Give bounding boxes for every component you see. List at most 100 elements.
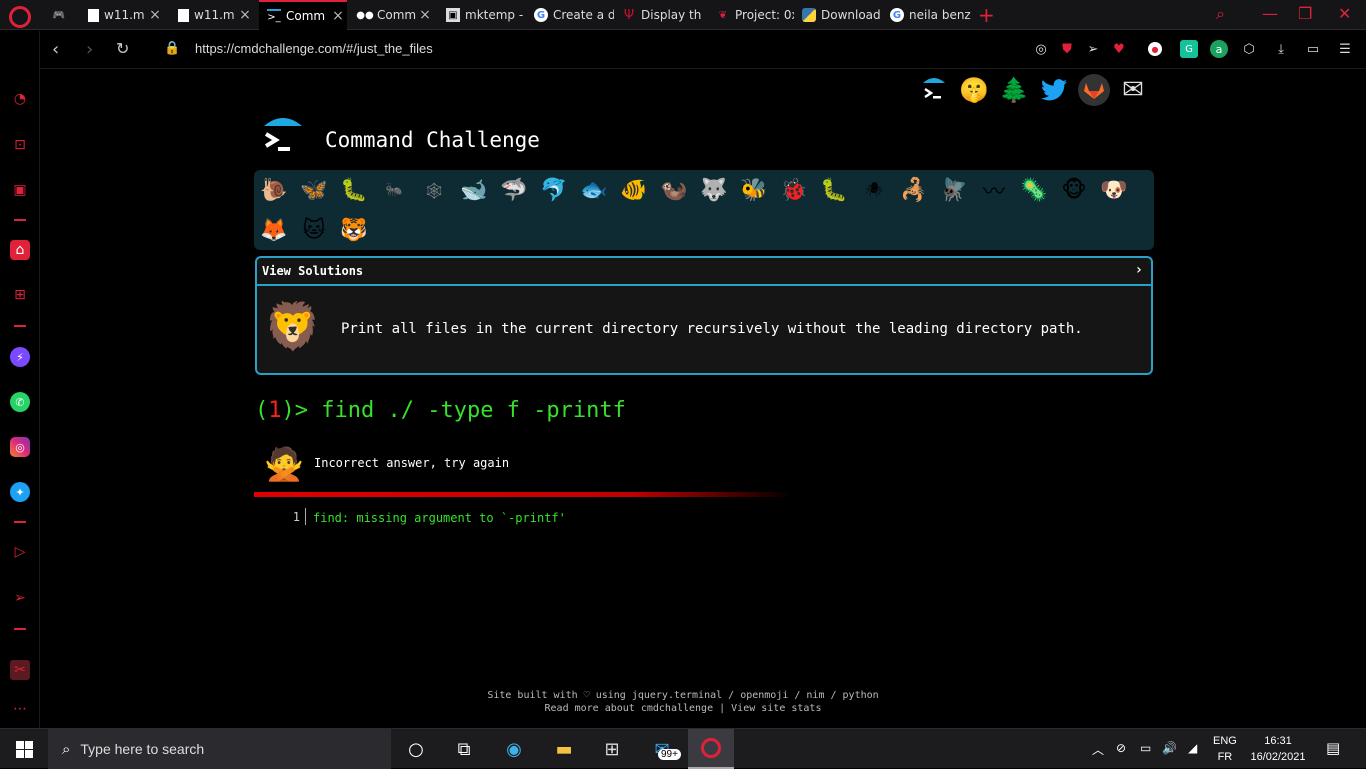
tab-1[interactable]: w11.m × [80,0,164,30]
close-icon[interactable]: × [146,7,164,23]
player-icon[interactable]: ▷ [10,542,30,562]
ant-icon[interactable]: 🐜 [378,174,410,206]
url-field[interactable]: https://cmdchallenge.com/#/just_the_file… [195,41,433,56]
network-error-icon[interactable]: ⊘ [1116,741,1126,755]
monkey-icon[interactable]: 🐵 [1058,174,1090,206]
messenger-icon[interactable]: ⚡ [10,347,30,367]
camera-icon[interactable]: ◎ [1032,40,1050,58]
opera-logo-icon[interactable] [9,6,31,28]
view-solutions-header[interactable]: View Solutions › [257,258,1151,286]
scorpion-icon[interactable]: 🦂 [898,174,930,206]
whale-icon[interactable]: 🐋 [458,174,490,206]
gamepad-icon[interactable]: ⊞ [10,285,30,305]
tab-4[interactable]: ●● Comm × [350,0,434,30]
shushing-face-icon[interactable]: 🤫 [958,74,990,106]
volume-icon[interactable]: 🔊 [1162,741,1177,755]
tab-6[interactable]: G Create a d [526,0,614,30]
lock-icon[interactable]: 🔒 [164,41,180,56]
maximize-button[interactable]: ❐ [1298,4,1312,23]
battery-icon[interactable]: ▭ [1304,40,1322,58]
tab-10[interactable]: G neila benz [882,0,972,30]
menu-icon[interactable]: ☰ [1336,40,1354,58]
tab-9[interactable]: Download [794,0,882,30]
tray-chevron-icon[interactable]: ︿ [1092,741,1104,758]
close-icon[interactable]: × [236,7,254,23]
tab-0[interactable]: 🎮 [44,0,76,30]
fish-icon[interactable]: 🐟 [578,174,610,206]
twitch-icon[interactable]: ▣ [10,180,30,200]
earthworm-icon[interactable]: 〰 [978,174,1010,206]
file-explorer-icon[interactable]: ▬ [550,735,578,763]
edge-icon[interactable]: ◉ [500,735,528,763]
instagram-icon[interactable]: ◎ [10,437,30,457]
close-icon[interactable]: × [329,8,347,24]
opera-taskbar-button[interactable] [688,729,734,769]
heart-icon[interactable]: ♥ [1110,40,1128,58]
bee-icon[interactable]: 🐝 [738,174,770,206]
search-tabs-icon[interactable]: ⌕ [1216,4,1225,24]
terminal-logo-icon[interactable] [918,74,950,106]
butterfly-icon[interactable]: 🦋 [298,174,330,206]
wolf-icon[interactable]: 🐺 [698,174,730,206]
email-icon[interactable]: ✉ [1117,74,1149,106]
new-tab-button[interactable]: + [978,3,995,27]
fly-icon[interactable]: 🪰 [938,174,970,206]
tab-8[interactable]: ❦ Project: 0x [708,0,794,30]
close-icon[interactable]: × [416,7,434,23]
windows-start-icon[interactable] [16,741,33,758]
back-button[interactable]: ‹ [52,39,59,60]
tree-icon[interactable]: 🌲 [998,74,1030,106]
settings-icon[interactable]: ✂ [10,660,30,680]
home-icon[interactable]: ⌂ [10,240,30,260]
gitlab-icon[interactable] [1078,74,1110,106]
fox-icon[interactable]: 🦊 [258,214,290,246]
record-icon[interactable]: ● [1148,42,1162,56]
close-window-button[interactable]: ✕ [1338,4,1351,23]
speed-dial-icon[interactable]: ◔ [10,89,30,109]
ladybug-icon[interactable]: 🐞 [778,174,810,206]
download-icon[interactable]: ⤓ [1272,40,1290,58]
tab-3-active[interactable]: >_ Comm × [259,0,347,30]
microbe-icon[interactable]: 🦠 [1018,174,1050,206]
send-icon[interactable]: ➢ [10,588,30,608]
avatar-extension-icon[interactable]: a [1210,40,1228,58]
grammarly-icon[interactable]: G [1180,40,1198,58]
forward-button[interactable]: › [86,39,93,60]
tab-2[interactable]: w11.m × [170,0,254,30]
task-view-icon[interactable]: ⧉ [450,735,478,763]
shark-icon[interactable]: 🦈 [498,174,530,206]
send-icon[interactable]: ➢ [1084,40,1102,58]
minimize-button[interactable]: — [1262,4,1278,23]
notifications-icon[interactable]: ▤ [1326,739,1340,757]
dolphin-icon[interactable]: 🐬 [538,174,570,206]
taskbar-search-box[interactable]: ⌕ Type here to search [48,729,391,769]
caterpillar-icon[interactable]: 🐛 [338,174,370,206]
tab-7[interactable]: Ψ Display th [614,0,702,30]
tab-5[interactable]: ▣ mktemp - [438,0,526,30]
battery-icon[interactable]: ▭ [1140,741,1151,755]
tropical-fish-icon[interactable]: 🐠 [618,174,650,206]
store-icon[interactable]: ⊞ [598,735,626,763]
command-prompt[interactable]: (1)> find ./ -type f -printf [255,398,626,423]
snail-icon[interactable]: 🐌 [258,174,290,206]
tiger-icon[interactable]: 🐯 [338,214,370,246]
reload-button[interactable]: ↻ [116,39,129,58]
otter-icon[interactable]: 🦦 [658,174,690,206]
twitter-icon[interactable]: ✦ [10,482,30,502]
bag-icon[interactable]: ⊡ [10,135,30,155]
cube-icon[interactable]: ⬡ [1240,40,1258,58]
cortana-icon[interactable]: ○ [402,735,430,763]
clock[interactable]: 16:31 16/02/2021 [1248,733,1308,765]
cat-icon[interactable]: 🐱 [298,214,330,246]
shield-icon[interactable]: ⛊ [1058,40,1076,58]
spider-web-icon[interactable]: 🕸 [418,174,450,206]
twitter-icon[interactable] [1038,74,1070,106]
footer-line-2[interactable]: Read more about cmdchallenge | View site… [0,703,1366,714]
language-indicator[interactable]: ENG FR [1213,733,1237,765]
dog-icon[interactable]: 🐶 [1098,174,1130,206]
spider-icon[interactable]: 🕷 [858,174,890,206]
whatsapp-icon[interactable]: ✆ [10,392,30,412]
wifi-icon[interactable]: ◢ [1188,741,1197,755]
worm-icon[interactable]: 🐛 [818,174,850,206]
chevron-right-icon[interactable]: › [1135,262,1143,278]
